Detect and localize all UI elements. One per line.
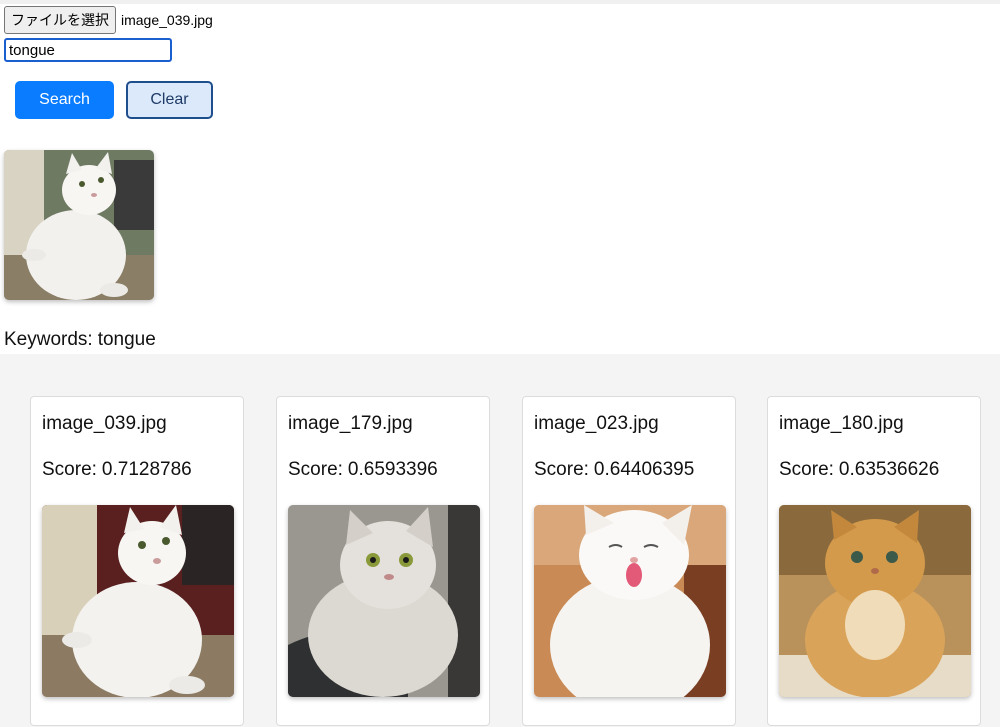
result-score: Score: 0.6593396 xyxy=(288,459,438,481)
cat-photo-icon xyxy=(779,505,971,697)
cat-photo-icon xyxy=(534,505,726,697)
result-filename: image_179.jpg xyxy=(288,413,413,434)
result-image[interactable] xyxy=(288,505,480,697)
score-label: Score: xyxy=(42,459,97,480)
keywords-line: Keywords: tongue xyxy=(4,329,156,351)
search-button[interactable]: Search xyxy=(15,81,114,119)
score-label: Score: xyxy=(779,459,834,480)
result-card[interactable]: image_180.jpg Score: 0.63536626 xyxy=(767,396,981,726)
result-filename: image_039.jpg xyxy=(42,413,167,434)
top-strip xyxy=(0,0,1000,4)
choose-file-button[interactable]: ファイルを選択 xyxy=(4,6,116,34)
result-filename: image_023.jpg xyxy=(534,413,659,434)
cat-photo-icon xyxy=(42,505,234,697)
keyword-input[interactable] xyxy=(4,38,172,62)
result-card[interactable]: image_179.jpg Score: 0.6593396 xyxy=(276,396,490,726)
score-label: Score: xyxy=(288,459,343,480)
score-value: 0.63536626 xyxy=(838,459,940,480)
result-card[interactable]: image_023.jpg Score: 0.64406395 xyxy=(522,396,736,726)
result-score: Score: 0.63536626 xyxy=(779,459,939,481)
score-value: 0.64406395 xyxy=(593,459,695,480)
selected-file-name: image_039.jpg xyxy=(121,12,213,28)
results-panel: image_039.jpg Score: 0.7128786 image_179.… xyxy=(0,354,1000,727)
result-filename: image_180.jpg xyxy=(779,413,904,434)
query-image-preview xyxy=(4,150,154,300)
cat-photo-icon xyxy=(288,505,480,697)
keywords-label: Keywords: xyxy=(4,329,93,350)
result-image[interactable] xyxy=(779,505,971,697)
result-image[interactable] xyxy=(534,505,726,697)
result-image[interactable] xyxy=(42,505,234,697)
cat-photo-icon xyxy=(4,150,154,300)
score-value: 0.6593396 xyxy=(347,459,438,480)
result-score: Score: 0.7128786 xyxy=(42,459,192,481)
file-upload: ファイルを選択 image_039.jpg xyxy=(4,5,213,35)
result-score: Score: 0.64406395 xyxy=(534,459,694,481)
clear-button[interactable]: Clear xyxy=(126,81,213,119)
result-card[interactable]: image_039.jpg Score: 0.7128786 xyxy=(30,396,244,726)
score-value: 0.7128786 xyxy=(101,459,192,480)
keywords-value: tongue xyxy=(97,329,156,350)
score-label: Score: xyxy=(534,459,589,480)
